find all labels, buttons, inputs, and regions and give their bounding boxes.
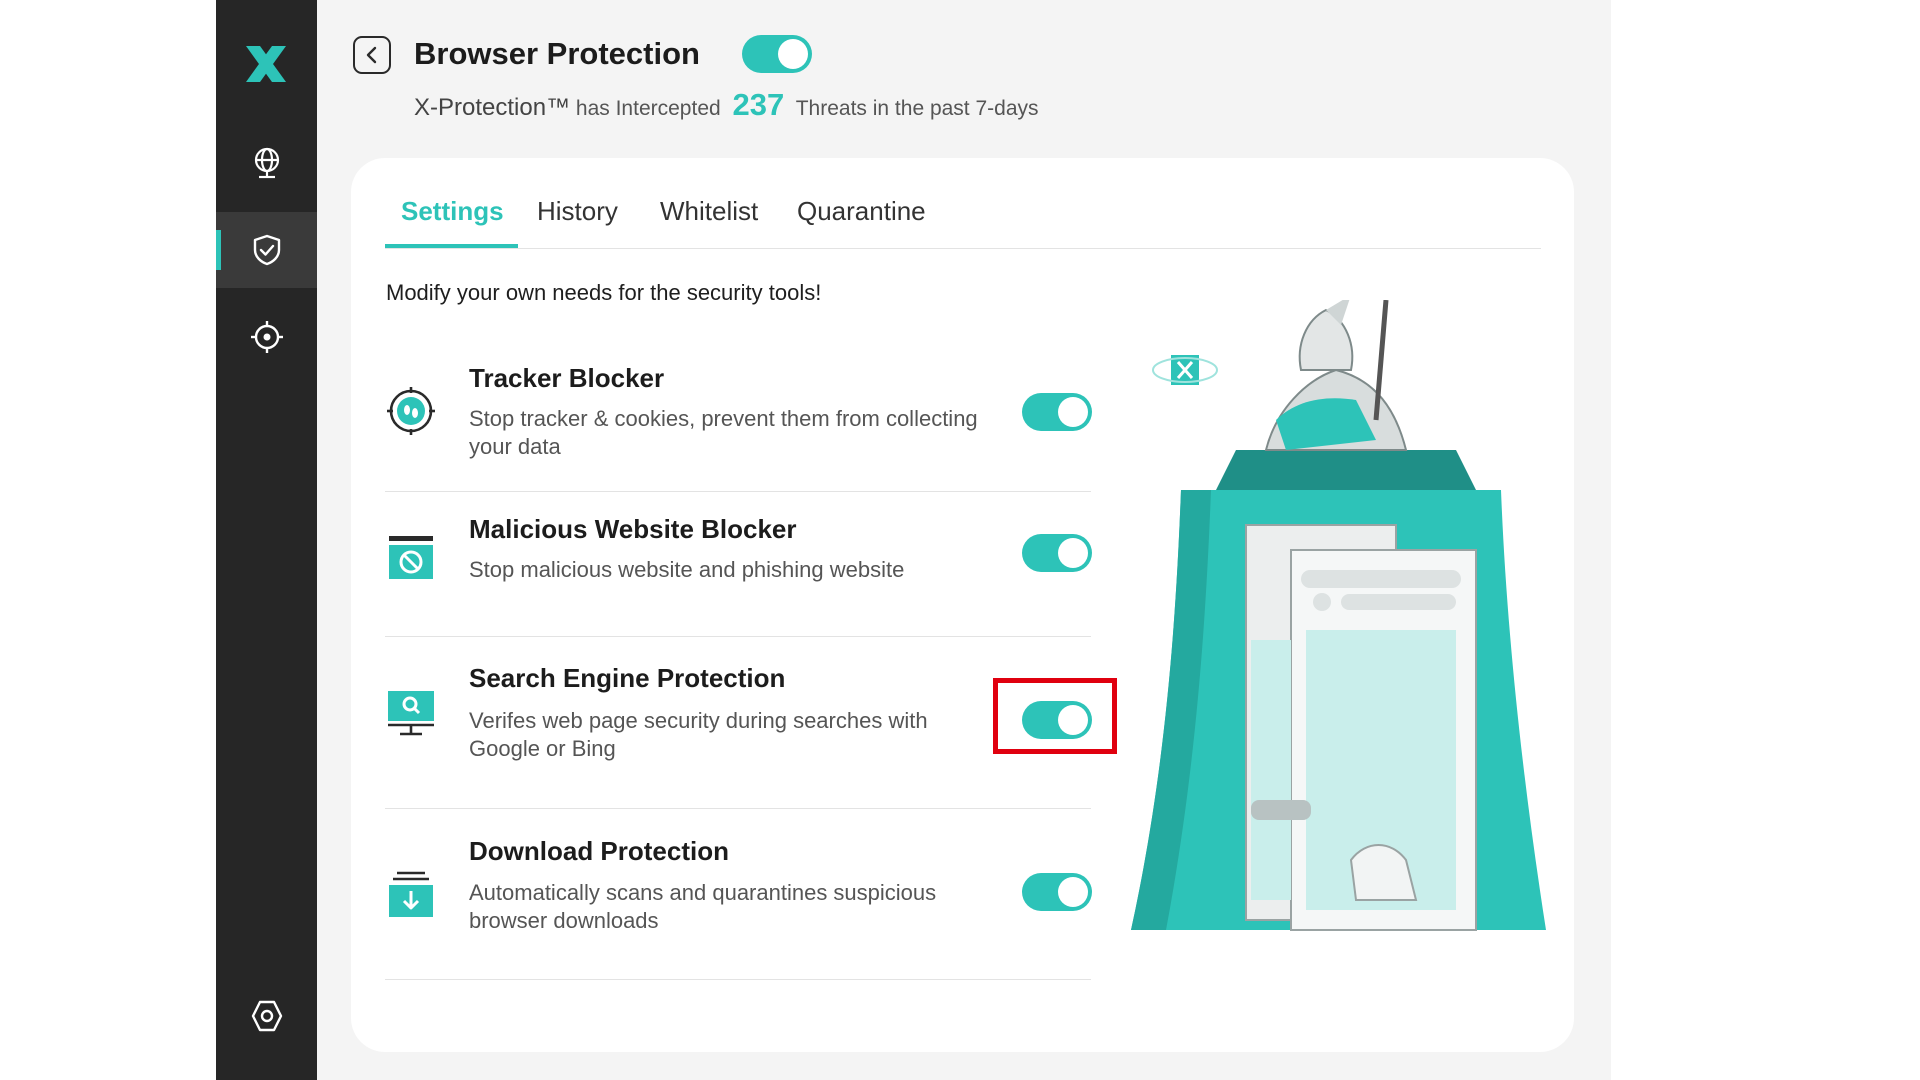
period-text: Threats in the past 7-days [795,97,1039,120]
threat-count: 237 [732,87,785,122]
feature-title: Search Engine Protection [469,663,786,693]
tracker-icon [385,385,437,437]
tab-settings[interactable]: Settings [401,196,504,227]
app-logo [240,38,292,90]
feature-description: Automatically scans and quarantines susp… [469,880,937,933]
chevron-left-icon [366,46,377,64]
highlight-box [993,678,1117,754]
active-tab-indicator [385,244,518,248]
sidebar-item-web[interactable] [216,124,317,200]
intro-text: Modify your own needs for the security t… [386,280,822,305]
tab-history[interactable]: History [537,196,618,227]
tab-whitelist[interactable]: Whitelist [660,196,758,227]
download-protection-toggle[interactable] [1022,873,1092,911]
sidebar-item-browser-protection[interactable] [216,212,317,288]
globe-icon [254,147,279,179]
feature-download-protection: Download Protection Automatically scans … [385,809,1092,980]
knight-illustration [1126,295,1546,945]
intercept-text: has Intercepted [575,97,721,120]
feature-malicious-website-blocker: Malicious Website Blocker Stop malicious… [385,492,1092,637]
malicious-website-blocker-toggle[interactable] [1022,534,1092,572]
tab-bar: Settings History Whitelist Quarantine [385,158,1541,249]
settings-hex-icon [251,1000,282,1032]
browser-protection-toggle[interactable] [742,35,812,73]
page-title: Browser Protection [414,36,700,71]
crosshair-icon [250,321,283,353]
toggle-knob [1058,877,1088,907]
page-header: Browser Protection X-Protection™ has Int… [353,32,1039,122]
settings-button[interactable] [216,976,317,1056]
feature-title: Download Protection [469,836,729,866]
feature-title: Tracker Blocker [469,363,665,393]
tab-quarantine[interactable]: Quarantine [797,196,926,227]
threat-summary: X-Protection™ has Intercepted 237 Threat… [414,87,1039,123]
feature-title: Malicious Website Blocker [469,514,797,544]
search-monitor-icon [385,687,437,739]
feature-tracker-blocker: Tracker Blocker Stop tracker & cookies, … [385,351,1092,492]
toggle-knob [1058,397,1088,427]
feature-description: Stop malicious website and phishing webs… [469,557,905,582]
toggle-knob [1058,538,1088,568]
feature-description: Verifes web page security during searche… [469,708,928,761]
blocked-site-icon [385,532,437,584]
sidebar [216,0,317,1080]
shield-check-icon [253,234,280,266]
feature-description: Stop tracker & cookies, prevent them fro… [469,406,978,459]
download-icon [385,869,437,921]
brand-name: X-Protection™ [414,94,571,121]
tracker-blocker-toggle[interactable] [1022,393,1092,431]
back-button[interactable] [353,36,391,74]
toggle-knob [778,39,808,69]
feature-search-engine-protection: Search Engine Protection Verifes web pag… [385,637,1092,809]
sidebar-item-scan[interactable] [216,299,317,375]
